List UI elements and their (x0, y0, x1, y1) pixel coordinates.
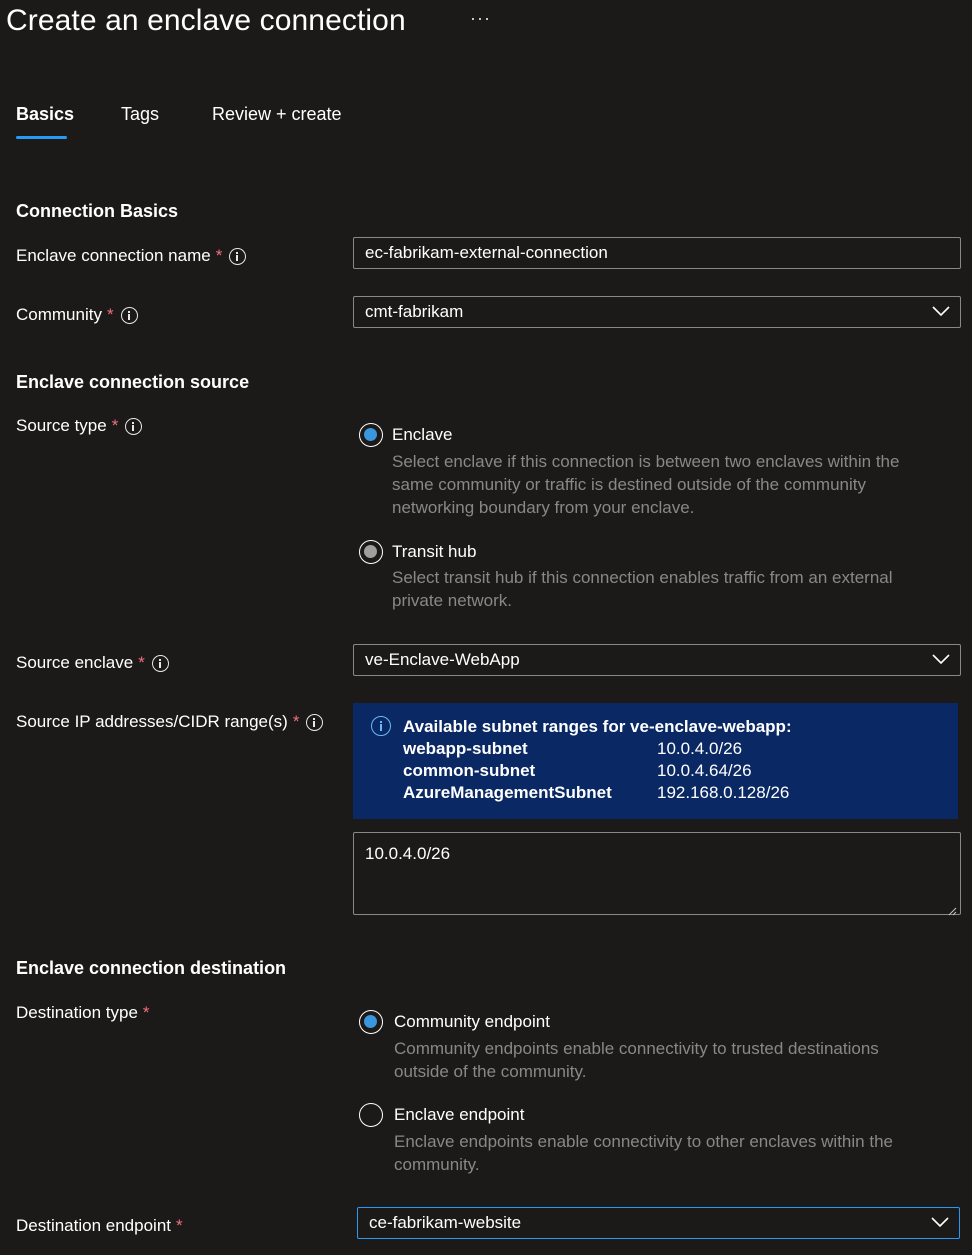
destination-endpoint-select[interactable]: ce-fabrikam-website (357, 1207, 960, 1239)
destination-endpoint-value: ce-fabrikam-website (369, 1213, 522, 1232)
destination-type-label-text: Destination type (16, 1003, 138, 1022)
subnet-name: webapp-subnet (403, 739, 528, 758)
radio-enclave-label[interactable]: Enclave (392, 425, 452, 445)
radio-community-endpoint[interactable] (359, 1010, 383, 1034)
info-icon (371, 716, 391, 736)
subnet-name: common-subnet (403, 761, 536, 780)
info-icon[interactable] (120, 306, 138, 324)
radio-community-endpoint-label[interactable]: Community endpoint (394, 1012, 550, 1032)
source-enclave-select[interactable]: ve-Enclave-WebApp (353, 644, 961, 676)
required-marker: * (215, 246, 223, 265)
subnet-info-title: Available subnet ranges for ve-enclave-w… (403, 717, 792, 736)
info-icon[interactable] (229, 247, 247, 265)
tab-tags[interactable]: Tags (121, 104, 159, 125)
source-ip-label: Source IP addresses/CIDR range(s) * (16, 712, 324, 732)
source-enclave-value: ve-Enclave-WebApp (365, 650, 520, 669)
community-label: Community * (16, 305, 138, 325)
chevron-down-icon (932, 305, 950, 319)
required-marker: * (138, 653, 145, 672)
subnet-name: AzureManagementSubnet (403, 783, 612, 802)
radio-transit-hub-label[interactable]: Transit hub (392, 542, 476, 562)
required-marker: * (292, 712, 300, 731)
source-ip-textarea[interactable]: 10.0.4.0/26 (353, 832, 961, 916)
chevron-down-icon (931, 1216, 949, 1230)
connection-name-label-text: Enclave connection name (16, 246, 211, 265)
radio-enclave-endpoint-label[interactable]: Enclave endpoint (394, 1105, 524, 1125)
source-enclave-label-text: Source enclave (16, 653, 134, 672)
destination-endpoint-label: Destination endpoint * (16, 1216, 183, 1236)
source-ip-value: 10.0.4.0/26 (365, 844, 451, 863)
community-value: cmt-fabrikam (365, 302, 464, 321)
resize-handle-icon[interactable] (947, 901, 957, 916)
section-connection-source: Enclave connection source (16, 372, 250, 392)
required-marker: * (176, 1216, 183, 1235)
radio-transit-hub-description: Select transit hub if this connection en… (392, 568, 893, 610)
info-icon[interactable] (151, 654, 169, 672)
more-options-icon[interactable]: ··· (470, 8, 491, 29)
destination-type-label: Destination type * (16, 1003, 150, 1023)
subnet-info-box: Available subnet ranges for ve-enclave-w… (353, 703, 958, 819)
community-label-text: Community (16, 305, 102, 324)
list-item: AzureManagementSubnet 192.168.0.128/26 (403, 783, 943, 803)
destination-endpoint-label-text: Destination endpoint (16, 1216, 172, 1235)
subnet-range: 192.168.0.128/26 (657, 783, 790, 802)
radio-community-endpoint-description: Community endpoints enable connectivity … (394, 1039, 879, 1081)
connection-name-input[interactable]: ec-fabrikam-external-connection (353, 237, 961, 269)
radio-enclave-endpoint-description: Enclave endpoints enable connectivity to… (394, 1132, 893, 1174)
source-ip-label-text: Source IP addresses/CIDR range(s) (16, 712, 288, 731)
radio-enclave[interactable] (359, 423, 383, 447)
section-connection-basics: Connection Basics (16, 201, 179, 221)
source-enclave-label: Source enclave * (16, 653, 169, 673)
tab-basics[interactable]: Basics (16, 104, 74, 125)
info-icon[interactable] (306, 713, 324, 731)
list-item: common-subnet 10.0.4.64/26 (403, 761, 943, 781)
required-marker: * (111, 416, 119, 435)
radio-transit-hub[interactable] (359, 540, 383, 564)
subnet-range: 10.0.4.64/26 (657, 761, 752, 780)
radio-enclave-endpoint[interactable] (359, 1103, 383, 1127)
subnet-range: 10.0.4.0/26 (657, 739, 743, 758)
required-marker: * (142, 1003, 150, 1022)
tab-review-create[interactable]: Review + create (212, 104, 342, 125)
community-select[interactable]: cmt-fabrikam (353, 296, 961, 328)
active-tab-indicator (16, 136, 67, 139)
list-item: webapp-subnet 10.0.4.0/26 (403, 739, 943, 759)
radio-enclave-description: Select enclave if this connection is bet… (392, 452, 900, 517)
chevron-down-icon (932, 653, 950, 667)
connection-name-label: Enclave connection name * (16, 246, 247, 266)
connection-name-value: ec-fabrikam-external-connection (365, 243, 608, 262)
page-title: Create an enclave connection (6, 4, 406, 37)
section-connection-destination: Enclave connection destination (16, 958, 287, 978)
source-type-label-text: Source type (16, 416, 107, 435)
info-icon[interactable] (125, 417, 143, 435)
required-marker: * (106, 305, 114, 324)
source-type-label: Source type * (16, 416, 143, 436)
